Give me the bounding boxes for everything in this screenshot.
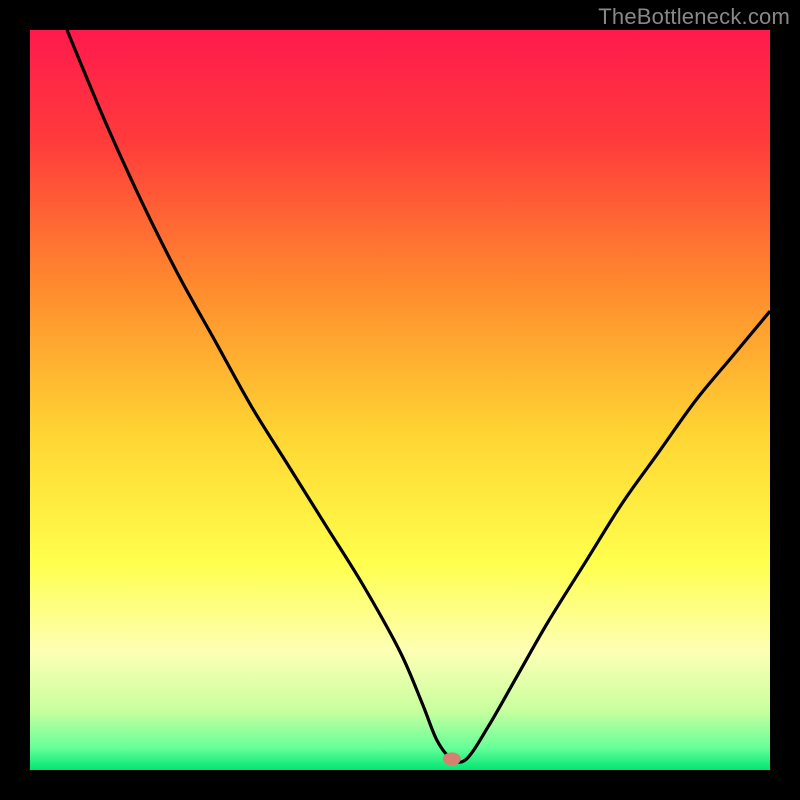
watermark-text: TheBottleneck.com [598, 4, 790, 30]
chart-background [30, 30, 770, 770]
chart-container: TheBottleneck.com [0, 0, 800, 800]
bottleneck-chart [30, 30, 770, 770]
optimal-point-marker [443, 752, 461, 765]
